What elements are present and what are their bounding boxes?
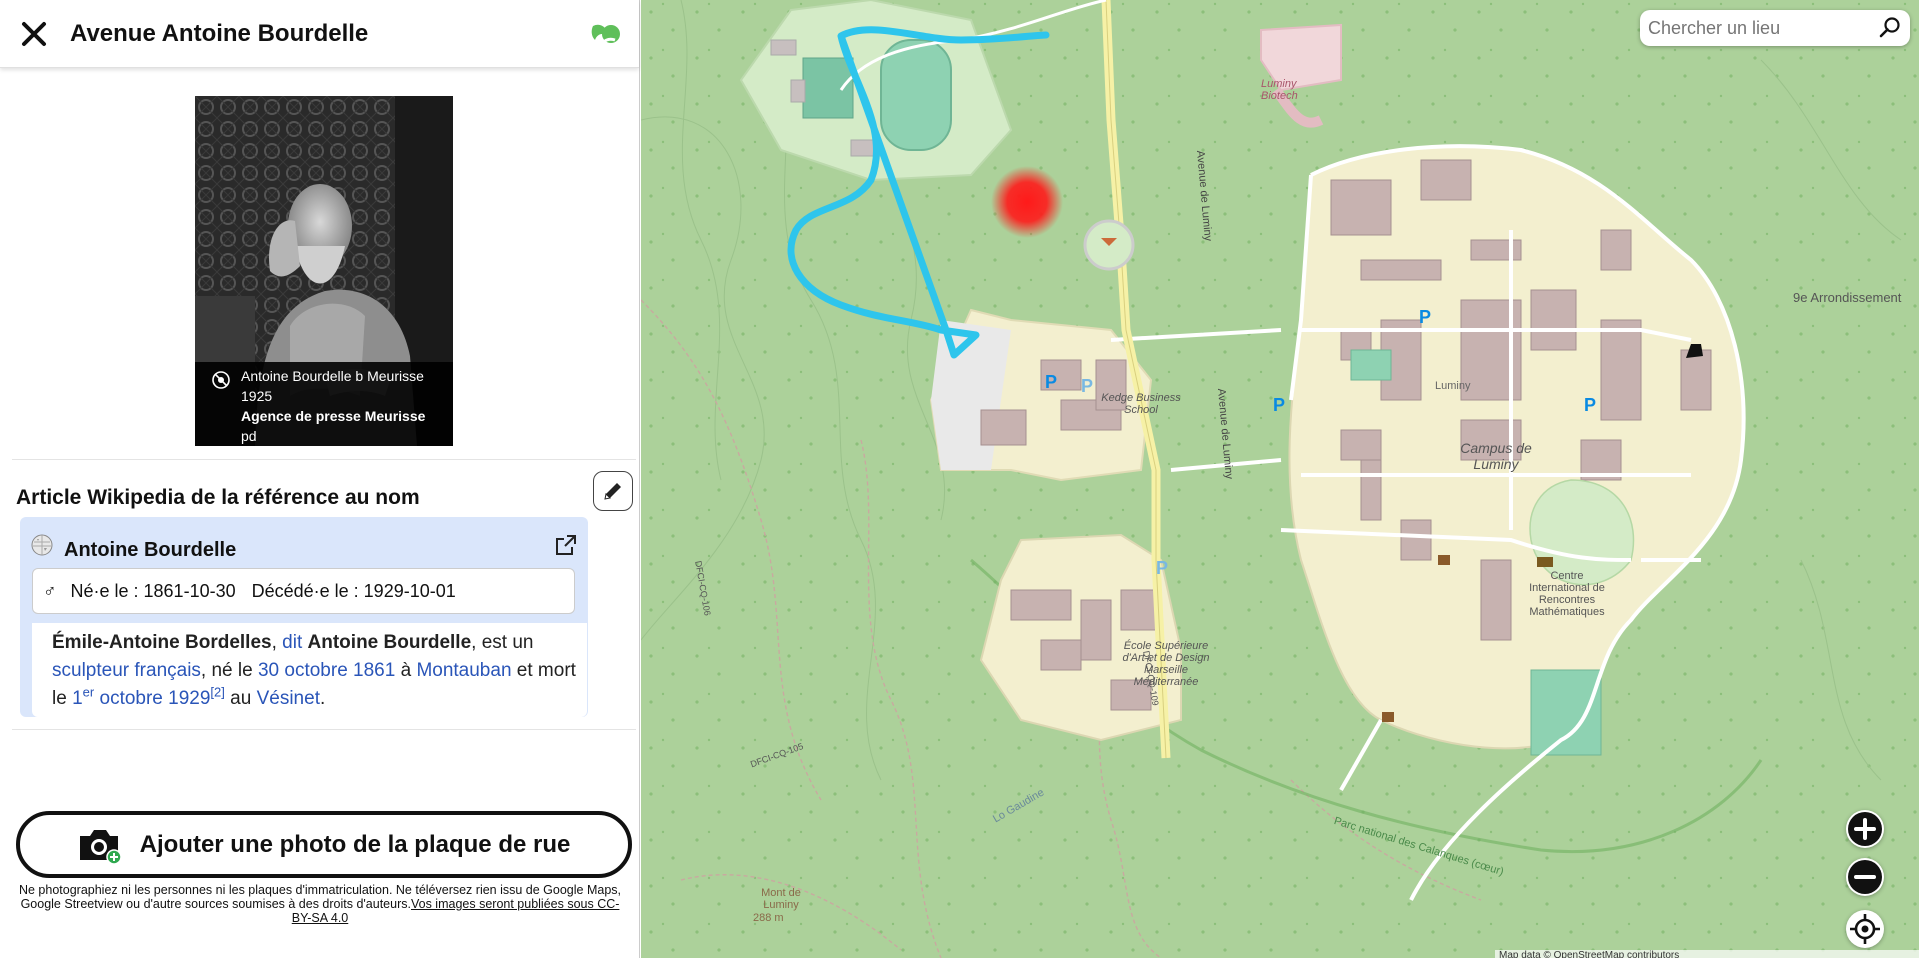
search-icon[interactable] bbox=[1878, 16, 1902, 40]
page-title: Avenue Antoine Bourdelle bbox=[70, 19, 369, 47]
wiki-text-fragment: au bbox=[224, 688, 257, 709]
wiki-section-heading: Article Wikipedia de la référence au nom bbox=[16, 486, 420, 509]
district-label: 9e Arrondissement bbox=[1793, 290, 1902, 305]
place-label: Campus de Luminy bbox=[1460, 440, 1532, 472]
map-canvas[interactable]: P P P P P P bbox=[641, 0, 1919, 958]
wiki-superscript: er bbox=[82, 684, 95, 700]
wiki-text-fragment: octobre 1929 bbox=[94, 688, 211, 709]
wiki-link-birthdate[interactable]: 30 octobre 1861 bbox=[258, 660, 395, 681]
wiki-text-fragment: , bbox=[271, 632, 283, 653]
poi-label: Centre International de Rencontres Mathé… bbox=[1529, 570, 1605, 618]
male-symbol-icon: ♂ bbox=[43, 580, 57, 601]
map-view[interactable]: P P P P P P Avenue de Luminy Avenue de L… bbox=[641, 0, 1919, 958]
caption-license: pd bbox=[241, 428, 257, 444]
divider bbox=[12, 459, 636, 460]
close-icon bbox=[22, 21, 46, 46]
poi-label: École Supérieure d'Art et de Design Mars… bbox=[1122, 640, 1210, 688]
app-logo-icon[interactable] bbox=[587, 18, 623, 54]
wiki-link-dit[interactable]: dit bbox=[282, 632, 302, 653]
museum-icon bbox=[1537, 557, 1553, 567]
peak-elevation: 288 m bbox=[753, 912, 784, 924]
wikipedia-card: Antoine Bourdelle ♂ Né·e le : 1861-10-30… bbox=[20, 517, 588, 717]
wiki-link-francais[interactable]: français bbox=[134, 660, 201, 681]
wiki-extract: Émile-Antoine Bordelles, dit Antoine Bou… bbox=[32, 623, 587, 717]
pencil-icon bbox=[604, 483, 621, 500]
portrait-photo[interactable]: Antoine Bourdelle b Meurisse 1925 Agence… bbox=[195, 96, 453, 446]
book-icon bbox=[1382, 712, 1394, 722]
wiki-dates-box: ♂ Né·e le : 1861-10-30 Décédé·e le : 192… bbox=[32, 568, 575, 614]
wiki-text-fragment: . bbox=[319, 688, 326, 709]
add-photo-label: Ajouter une photo de la plaque de rue bbox=[139, 830, 571, 858]
zoom-out-button[interactable] bbox=[1846, 858, 1884, 896]
wiki-bold-name-2: Antoine Bourdelle bbox=[307, 632, 472, 653]
parking-icon: P bbox=[1045, 372, 1057, 392]
plus-icon bbox=[1848, 812, 1882, 846]
wiki-text-fragment: 1 bbox=[72, 688, 83, 709]
parking-icon: P bbox=[1584, 395, 1596, 415]
death-date: Décédé·e le : 1929-10-01 bbox=[251, 580, 456, 601]
minus-icon bbox=[1848, 860, 1882, 894]
wiki-reference[interactable]: [2] bbox=[210, 685, 224, 700]
upload-disclaimer: Ne photographiez ni les personnes ni les… bbox=[14, 883, 626, 925]
panel-header: Avenue Antoine Bourdelle bbox=[0, 0, 639, 68]
wiki-link-sculpteur[interactable]: sculpteur bbox=[52, 660, 129, 681]
caption-year: 1925 bbox=[241, 388, 273, 404]
public-domain-icon bbox=[212, 371, 230, 389]
wiki-text-fragment: , né le bbox=[200, 660, 258, 681]
add-photo-button[interactable]: Ajouter une photo de la plaque de rue bbox=[16, 811, 632, 878]
wikipedia-globe-icon bbox=[31, 534, 53, 556]
place-label: Luminy bbox=[1435, 380, 1471, 392]
place-search bbox=[1640, 10, 1910, 46]
parking-icon: P bbox=[1419, 307, 1431, 327]
peak-label: Mont de Luminy bbox=[761, 887, 801, 911]
locate-me-button[interactable] bbox=[1846, 910, 1884, 948]
birth-date: Né·e le : 1861-10-30 bbox=[70, 580, 236, 601]
map-attribution[interactable]: Map data © OpenStreetMap contributors bbox=[1495, 950, 1919, 958]
caption-author: Agence de presse Meurisse bbox=[241, 408, 426, 424]
wiki-link-montauban[interactable]: Montauban bbox=[416, 660, 511, 681]
location-marker[interactable] bbox=[991, 166, 1063, 238]
external-link-icon[interactable] bbox=[554, 533, 578, 557]
caption-title: Antoine Bourdelle b Meurisse bbox=[241, 368, 424, 384]
wiki-link-deathdate[interactable]: 1er octobre 1929 bbox=[72, 684, 211, 709]
book-icon bbox=[1438, 555, 1450, 565]
parking-icon: P bbox=[1273, 395, 1285, 415]
photo-caption: Antoine Bourdelle b Meurisse 1925 Agence… bbox=[195, 362, 453, 446]
parking-icon: P bbox=[1081, 376, 1093, 396]
divider bbox=[12, 729, 636, 730]
search-input[interactable] bbox=[1648, 17, 1873, 39]
wiki-text-fragment: , est un bbox=[471, 632, 534, 653]
poi-label: Kedge Business School bbox=[1101, 392, 1181, 416]
close-button[interactable] bbox=[18, 18, 50, 50]
camera-add-icon bbox=[79, 829, 122, 864]
wiki-bold-name: Émile-Antoine Bordelles bbox=[52, 632, 272, 653]
zoom-in-button[interactable] bbox=[1846, 810, 1884, 848]
edit-button[interactable] bbox=[593, 471, 633, 511]
info-panel: Avenue Antoine Bourdelle Antoine Bourdel… bbox=[0, 0, 640, 958]
wiki-article-title: Antoine Bourdelle bbox=[64, 539, 237, 561]
crosshair-icon bbox=[1850, 914, 1880, 944]
wiki-text-fragment: à bbox=[395, 660, 417, 681]
poi-label: Luminy Biotech bbox=[1261, 78, 1298, 102]
wiki-link-vesinet[interactable]: Vésinet bbox=[257, 688, 320, 709]
parking-icon: P bbox=[1156, 558, 1168, 578]
